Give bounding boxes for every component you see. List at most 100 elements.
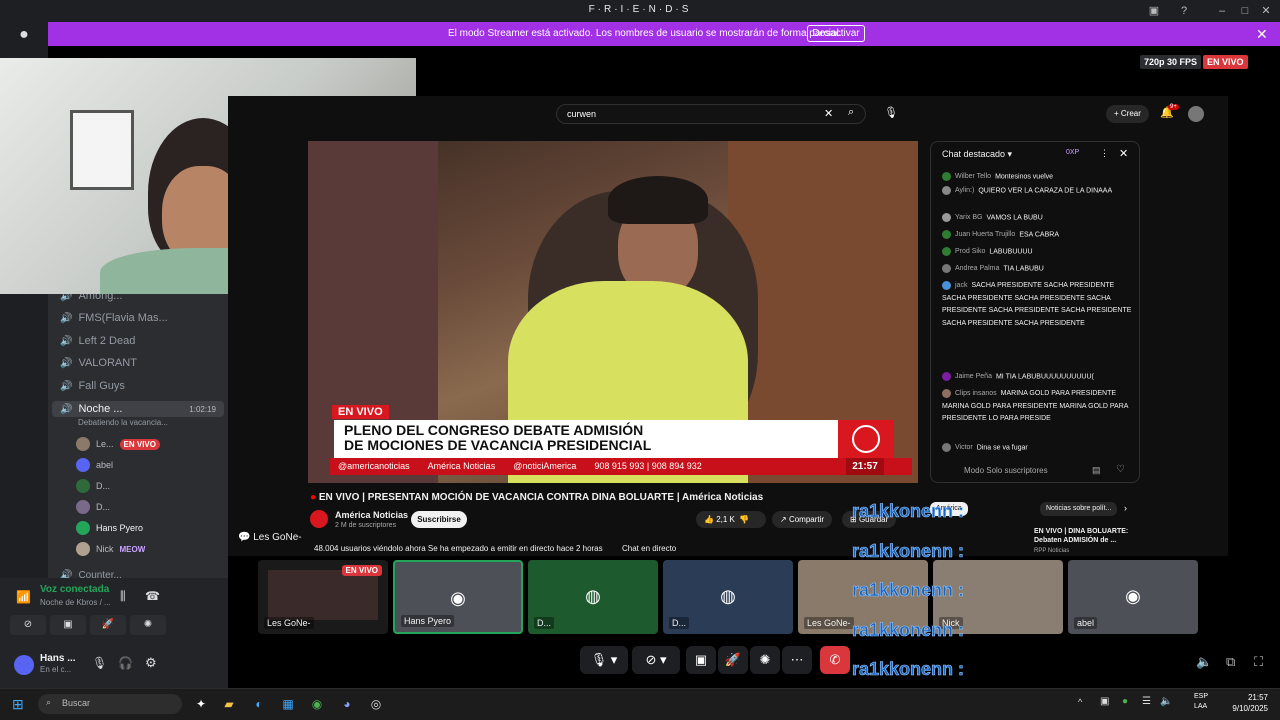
rec-tab[interactable]: Noticias sobre polít... [1040,502,1118,516]
taskbar-search[interactable]: ⌕ Buscar [38,694,182,714]
social-facebook: América Noticias [427,461,496,471]
tray-app-icon[interactable]: ● [1122,696,1128,707]
channel-noche[interactable]: 🔊 Noche ... 1:02:19 [52,401,224,417]
discord-home-icon[interactable]: ● [8,26,40,50]
like-button[interactable]: 👍 2,1 K 👎 [696,511,766,528]
obs-icon[interactable]: ◎ [367,695,385,713]
rec-video-title[interactable]: EN VIVO | DINA BOLUARTE: Debaten ADMISIÓ… [1034,527,1130,545]
search-input[interactable]: curwen [556,104,866,124]
close-icon[interactable]: ✕ [1256,26,1268,43]
voice-channel[interactable]: Noche de Kbros / ... [40,598,111,607]
voice-user[interactable]: Hans Pyero [76,521,143,535]
wifi-icon[interactable]: ☰ [1142,696,1151,707]
channel-name[interactable]: América Noticias [335,510,408,520]
participant-tile[interactable]: ◍ D... [663,560,793,634]
channel-valorant[interactable]: 🔊 VALORANT [60,357,137,369]
volume-icon[interactable]: 🔈 [1196,654,1212,670]
channel-avatar[interactable] [310,510,328,528]
headphones-icon[interactable]: 🎧 [118,656,133,670]
tray-app-icon[interactable]: ▣ [1100,696,1109,707]
mic-toggle-button[interactable]: 🎙 ▾ [580,646,628,674]
more-options-icon[interactable]: ⋮ [1100,148,1109,159]
help-icon[interactable]: ? [1176,3,1192,19]
voice-user[interactable]: D... [76,500,110,514]
soundboard-icon[interactable]: ⫼ [120,589,126,604]
search-icon[interactable]: ⌕ [848,106,854,119]
streamer-mode-text: El modo Streamer está activado. Los nomb… [448,28,842,39]
participant-tile[interactable]: ◍ D... [528,560,658,634]
participant-tile[interactable]: ◉ abel [1068,560,1198,634]
hang-up-button[interactable]: ✆ [820,646,850,674]
store-icon[interactable]: ▦ [279,695,297,713]
file-explorer-icon[interactable]: ▰ [220,695,238,713]
participant-tile[interactable]: EN VIVO Les GoNe- [258,560,388,634]
inbox-icon[interactable]: ▣ [1146,3,1162,19]
chat-message: Jaime Peña MI TIA LABUBUUUUUUUUUU( [942,372,1132,381]
voice-user[interactable]: abel [76,458,113,472]
chat-text: TIA LABUBU [1003,265,1044,273]
participant-tile[interactable]: ◉ Hans Pyero [393,560,523,634]
close-window-button[interactable]: ✕ [1258,3,1274,19]
channel-fall-guys[interactable]: 🔊 Fall Guys [60,380,125,392]
chat-message: jack SACHA PRESIDENTE SACHA PRESIDENTE SA… [942,280,1132,364]
volume-tray-icon[interactable]: 🔈 [1160,696,1172,707]
soundboard-button[interactable]: ✺ [750,646,780,674]
maximize-button[interactable]: □ [1237,3,1253,19]
screen-share-button[interactable]: ▣ [686,646,716,674]
edge-icon[interactable]: ◐ [250,695,268,713]
user-avatar[interactable] [14,655,34,675]
channel-fms[interactable]: 🔊 FMS(Flavia Mas... [60,312,168,324]
more-options-button[interactable]: ⋯ [782,646,812,674]
heart-icon[interactable]: ♡ [1116,464,1125,475]
clock[interactable]: 21:57 9/10/2025 [1228,692,1268,714]
share-button[interactable]: ↗ Compartir [772,511,833,528]
avatar [942,372,951,381]
microphone-icon[interactable]: 🎙 [92,656,107,670]
camera-off-button[interactable]: ⊘ [10,615,46,635]
voice-user[interactable]: Nick MEOW [76,542,145,556]
fullscreen-icon[interactable]: ⛶ [1254,654,1263,670]
avatar-icon: ◍ [585,586,601,606]
voice-user[interactable]: D... [76,479,110,493]
camera-toggle-button[interactable]: ⊘ ▾ [632,646,680,674]
soundboard-button[interactable]: ✺ [130,615,166,635]
voice-status[interactable]: Voz conectada [40,584,109,595]
activity-button[interactable]: 🚀 [718,646,748,674]
clear-search-icon[interactable]: ✕ [824,107,833,120]
avatar[interactable] [1188,106,1204,122]
chrome-icon[interactable]: ◉ [308,695,326,713]
copilot-icon[interactable]: ✦ [192,695,210,713]
language-indicator[interactable]: ESP LAA [1194,692,1208,712]
app-title: F·R·I·E·N·D·S [588,4,692,15]
subscribe-button[interactable]: Suscribirse [411,511,467,528]
chat-text: QUIERO VER LA CARAZA DE LA DINAAA [978,187,1113,195]
chat-user: Aylin:) [955,187,975,195]
chevron-right-icon[interactable]: › [1124,503,1127,513]
channel-left-2-dead[interactable]: 🔊 Left 2 Dead [60,335,135,347]
discord-taskbar-icon[interactable]: ◕ [338,695,356,713]
voice-user-name: D... [96,481,111,491]
user-name[interactable]: Hans ... [40,653,76,664]
chevron-up-icon[interactable]: ^ [1078,697,1082,707]
clock-time: 21:57 [1247,693,1268,702]
create-button[interactable]: + Crear [1106,105,1149,123]
gift-icon[interactable]: ▤ [1092,465,1101,476]
windows-start-icon[interactable]: ⊞ [12,696,28,712]
minimize-button[interactable]: – [1214,3,1230,19]
channel-label: VALORANT [78,357,137,369]
voice-user[interactable]: Le... EN VIVO [76,437,160,451]
deactivate-streamer-button[interactable]: Desactivar [807,25,865,42]
popout-icon[interactable]: ⧉ [1226,654,1235,670]
microphone-icon[interactable]: 🎙 [884,106,898,119]
chat-footer: Modo Solo suscriptores [964,466,1048,475]
screen-share-button[interactable]: ▣ [50,615,86,635]
chat-header[interactable]: Chat destacado ▾ [942,149,1012,160]
close-chat-icon[interactable]: ✕ [1119,147,1128,160]
activity-button[interactable]: 🚀 [90,615,126,635]
disconnect-icon[interactable]: ☎ [145,589,160,603]
overlay-chat-line: ra1kkonenn : [852,501,965,522]
gear-icon[interactable]: ⚙ [145,655,157,671]
channel-label: Fall Guys [78,380,125,392]
streamer-mode-banner: El modo Streamer está activado. Los nomb… [48,22,1280,46]
live-chat-label[interactable]: Chat en directo [622,544,676,553]
